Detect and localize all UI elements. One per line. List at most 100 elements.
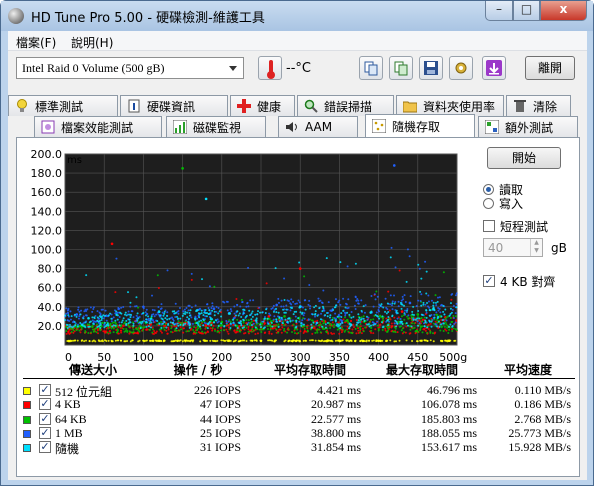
series-checkbox[interactable]: ✓ <box>39 384 51 396</box>
options-button[interactable] <box>449 56 473 80</box>
scatter-point <box>263 322 266 325</box>
short-size-stepper[interactable]: 40 ▲ ▼ <box>483 238 543 257</box>
series-checkbox[interactable]: ✓ <box>39 426 51 439</box>
scatter-point <box>245 339 248 342</box>
tab-random-access[interactable]: 隨機存取 <box>365 114 475 137</box>
exit-button[interactable]: 離開 <box>525 56 575 80</box>
start-button[interactable]: 開始 <box>487 147 561 169</box>
scatter-point <box>401 303 404 306</box>
stepper-arrows-icon[interactable]: ▲ ▼ <box>530 239 542 256</box>
scatter-point <box>184 322 187 325</box>
scatter-point <box>72 327 75 330</box>
scatter-point <box>200 312 203 315</box>
tab-extra-tests[interactable]: 額外測試 <box>478 116 578 137</box>
scatter-point <box>272 304 275 307</box>
scatter-point <box>132 331 135 334</box>
scatter-point <box>163 321 166 324</box>
tab-folder-usage[interactable]: 資料夾使用率 <box>396 95 504 116</box>
scatter-point <box>150 326 153 329</box>
align-4kb-checkbox[interactable]: ✓ <box>483 275 495 287</box>
short-test-checkbox[interactable] <box>483 220 495 232</box>
tab-info[interactable]: 硬碟資訊 <box>120 95 228 116</box>
scatter-point <box>229 308 232 311</box>
maximize-button[interactable]: □ <box>513 1 540 21</box>
save-button[interactable] <box>419 56 443 80</box>
scatter-point <box>122 327 125 330</box>
scatter-point <box>199 323 202 326</box>
scatter-point <box>88 321 91 324</box>
tab-extra-tests-label: 額外測試 <box>505 120 554 135</box>
menu-file[interactable]: 檔案(F) <box>16 34 56 51</box>
scatter-point <box>73 321 76 324</box>
scatter-point <box>264 331 267 334</box>
y-tick-label: 140.0 <box>31 205 63 218</box>
scatter-point <box>92 306 95 309</box>
scatter-point <box>159 307 162 310</box>
scatter-point <box>423 316 426 319</box>
lightbulb-icon <box>17 99 27 112</box>
scatter-point <box>109 312 112 315</box>
scatter-point <box>361 339 365 343</box>
title-bar[interactable]: HD Tune Pro 5.00 - 硬碟檢測-維護工具 – □ x <box>1 1 593 31</box>
download-button[interactable] <box>482 56 506 80</box>
scatter-point <box>354 307 357 310</box>
tab-error-scan[interactable]: 錯誤掃描 <box>297 95 394 116</box>
scatter-point <box>321 325 324 328</box>
scatter-point <box>180 328 183 331</box>
scatter-point <box>115 310 118 313</box>
tab-disk-monitor[interactable]: 磁碟監視 <box>166 116 266 137</box>
scatter-point <box>229 327 232 330</box>
tab-health[interactable]: 健康 <box>230 95 295 116</box>
scatter-point <box>227 332 230 335</box>
series-checkbox[interactable]: ✓ <box>39 398 51 411</box>
scatter-point <box>65 312 68 315</box>
scatter-point <box>265 282 268 285</box>
series-checkbox[interactable]: ✓ <box>39 441 51 454</box>
scatter-point <box>157 310 161 313</box>
scatter-point <box>277 301 280 304</box>
scatter-point <box>394 266 397 269</box>
scatter-point <box>202 324 205 327</box>
menu-help[interactable]: 說明(H) <box>71 34 113 51</box>
scatter-point <box>139 327 142 330</box>
scatter-point <box>254 332 257 335</box>
tab-aam[interactable]: AAM <box>278 116 358 137</box>
close-button[interactable]: x <box>540 1 587 21</box>
scatter-point <box>167 326 170 329</box>
scatter-point <box>110 340 113 343</box>
scatter-point <box>178 339 181 342</box>
scatter-point <box>208 309 211 312</box>
copy-screenshot-button[interactable] <box>389 56 413 80</box>
tab-erase[interactable]: 清除 <box>506 95 571 116</box>
scatter-point <box>337 325 340 328</box>
series-checkbox[interactable]: ✓ <box>39 412 51 425</box>
scatter-point <box>339 303 342 306</box>
temperature-icon[interactable] <box>258 56 282 80</box>
drive-select[interactable]: Intel Raid 0 Volume (500 gB) <box>16 57 244 79</box>
scatter-point <box>188 312 191 315</box>
scatter-point <box>132 316 135 319</box>
scatter-point <box>256 332 259 335</box>
scatter-point <box>429 330 432 333</box>
scatter-point <box>289 309 292 312</box>
cell-avg-access: 4.421 ms <box>316 383 361 397</box>
scatter-point <box>372 339 375 342</box>
scatter-point <box>65 332 68 335</box>
scatter-point <box>234 339 237 342</box>
scatter-point <box>339 327 342 330</box>
scatter-point <box>382 306 385 309</box>
tab-file-benchmark[interactable]: 檔案效能測試 <box>34 116 162 137</box>
scatter-point <box>349 325 352 328</box>
scatter-point <box>82 315 85 318</box>
scatter-point <box>200 319 203 322</box>
scatter-point <box>400 299 403 302</box>
scatter-point <box>187 304 190 307</box>
write-radio[interactable] <box>483 198 494 209</box>
copy-info-button[interactable] <box>359 56 383 80</box>
tab-benchmark[interactable]: 標準測試 <box>8 95 118 116</box>
scatter-point <box>417 324 420 327</box>
read-radio[interactable] <box>483 184 494 195</box>
minimize-button[interactable]: – <box>485 1 513 21</box>
scatter-point <box>198 316 201 319</box>
scatter-point <box>401 327 404 330</box>
